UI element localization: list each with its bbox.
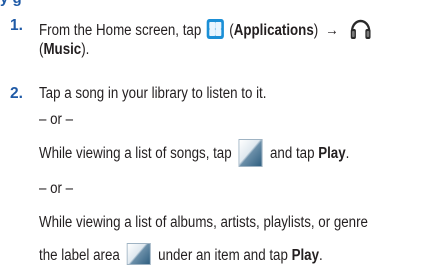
or-separator-1: – or – — [39, 111, 74, 128]
headphones-icon — [350, 19, 371, 39]
arrow-right-icon: → — [325, 22, 339, 39]
section-heading-fragment: y g — [0, 0, 22, 7]
alt-1-text-after: and tap — [270, 145, 315, 162]
step-1-text: From the Home screen, tap — [39, 22, 202, 39]
song-thumbnail-icon — [238, 139, 263, 167]
or-separator-2: – or – — [39, 180, 74, 197]
apps-grid-icon — [206, 19, 224, 39]
alt-2-text-before: the label area — [39, 247, 120, 264]
step-1-line-1: From the Home screen, tap (Applications)… — [39, 15, 426, 41]
alt-2-line-2: the label area under an item and tap Pla… — [39, 243, 369, 265]
applications-label: Applications — [233, 22, 314, 39]
music-label: Music — [43, 41, 82, 58]
play-label-1: Play — [318, 145, 346, 162]
play-label-2: Play — [291, 247, 319, 264]
step-number-1: 1. — [10, 17, 23, 34]
step-1-line-2: (Music). — [39, 41, 90, 58]
alt-2-line-1: While viewing a list of albums, artists,… — [39, 214, 368, 231]
alt-1-text-before: While viewing a list of songs, tap — [39, 145, 232, 162]
instruction-document: y g 1. From the Home screen, tap (Applic… — [0, 0, 447, 272]
step-2-line-1: Tap a song in your library to listen to … — [39, 85, 267, 102]
alt-1-line: While viewing a list of songs, tap and t… — [39, 139, 400, 167]
alt-2-text-after: under an item and tap — [158, 247, 288, 264]
label-area-thumbnail-icon — [126, 243, 152, 265]
step-number-2: 2. — [10, 85, 23, 102]
